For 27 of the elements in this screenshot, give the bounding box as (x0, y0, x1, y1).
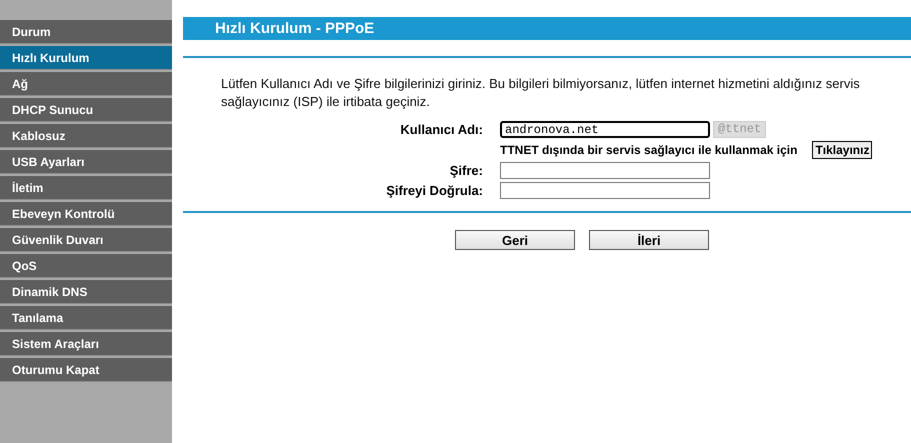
menu-item[interactable]: Oturumu Kapat (0, 358, 172, 382)
password-field[interactable] (500, 162, 710, 179)
isp-button[interactable]: Tıklayınız (812, 141, 872, 159)
menu-item[interactable]: Tanılama (0, 306, 172, 330)
menu-item[interactable]: QoS (0, 254, 172, 278)
menu-item[interactable]: Sistem Araçları (0, 332, 172, 356)
page-title: Hızlı Kurulum - PPPoE (183, 17, 911, 40)
menu-item[interactable]: Hızlı Kurulum (0, 46, 172, 70)
menu-item[interactable]: Ebeveyn Kontrolü (0, 202, 172, 226)
menu-item[interactable]: İletim (0, 176, 172, 200)
field-label: Şifre: (448, 163, 483, 178)
isp-note: TTNET dışında bir servis sağlayıcı ile kullanmak için (500, 143, 798, 157)
nav-button[interactable]: İleri (589, 230, 709, 250)
username-field[interactable]: andronova.net (500, 121, 710, 138)
menu-item[interactable]: Güvenlik Duvarı (0, 228, 172, 252)
menu-item[interactable]: Ağ (0, 72, 172, 96)
menu-item[interactable]: USB Ayarları (0, 150, 172, 174)
intro-text: Lütfen Kullanıcı Adı ve Şifre bilgilerinizi giriniz. Bu bilgileri bilmiyorsanız, lütfen internet hizmetini aldığınız servis sağlayıcınız (ISP) ile irtibata geçiniz. (221, 75, 861, 111)
menu-item[interactable]: DHCP Sunucu (0, 98, 172, 122)
field-label: Kullanıcı Adı: (399, 122, 483, 137)
menu-item[interactable]: Durum (0, 20, 172, 44)
password-field[interactable] (500, 182, 710, 199)
menu-item[interactable]: Kablosuz (0, 124, 172, 148)
field-label: Şifreyi Doğrula: (385, 183, 483, 198)
menu-item[interactable]: Dinamik DNS (0, 280, 172, 304)
domain-suffix: @ttnet (713, 121, 766, 138)
nav-button[interactable]: Geri (455, 230, 575, 250)
